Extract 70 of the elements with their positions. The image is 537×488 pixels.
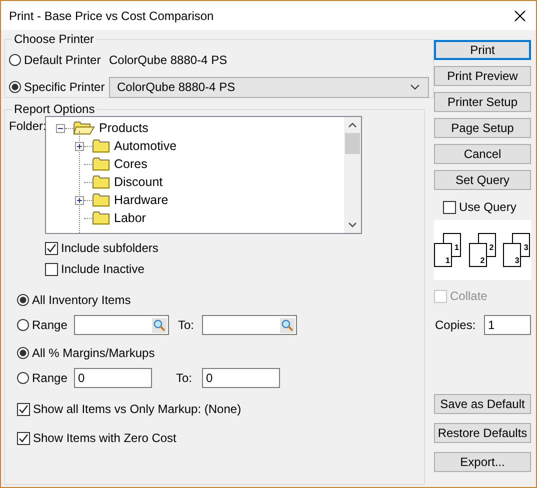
checkbox[interactable]: [17, 402, 30, 416]
action-button[interactable]: Print: [434, 40, 531, 60]
input-field[interactable]: 0: [74, 368, 152, 388]
checkbox[interactable]: [45, 262, 58, 276]
action-button[interactable]: Restore Defaults: [434, 423, 531, 443]
input-field[interactable]: 0: [202, 368, 280, 388]
action-button[interactable]: Save as Default: [434, 394, 531, 414]
scrollbar[interactable]: [344, 117, 361, 233]
tree-item[interactable]: Cores: [114, 157, 148, 171]
folder-icon: [92, 157, 110, 171]
radio-label[interactable]: All Inventory Items: [32, 293, 131, 307]
chevron-down-icon: [410, 84, 420, 90]
copies-field[interactable]: 1: [484, 315, 531, 335]
expand-icon[interactable]: [75, 196, 84, 204]
collapse-icon[interactable]: [56, 124, 65, 132]
field-label: Folder:: [9, 119, 45, 133]
folder-icon: [92, 139, 110, 153]
window-title: Print - Base Price vs Cost Comparison: [9, 8, 215, 22]
tree-item[interactable]: Hardware: [114, 193, 168, 207]
radio-button[interactable]: [17, 294, 29, 306]
expand-icon[interactable]: [75, 142, 84, 150]
collate-drawing: 1 1 2 2 3 3: [434, 220, 531, 280]
printer-name: ColorQube 8880-4 PS: [109, 53, 228, 67]
checkbox[interactable]: [45, 242, 58, 254]
field-label: To:: [178, 318, 194, 332]
lookup-field[interactable]: [202, 315, 298, 335]
field-label: Copies:: [435, 318, 476, 332]
radio-button[interactable]: [9, 81, 21, 93]
action-button[interactable]: Cancel: [434, 144, 531, 164]
checkbox[interactable]: [17, 432, 30, 444]
search-icon[interactable]: [152, 318, 167, 332]
radio-button[interactable]: [17, 372, 29, 384]
checkbox-label[interactable]: Show all Items vs Only Markup: (None): [33, 402, 242, 416]
action-button[interactable]: Set Query: [434, 170, 531, 190]
action-button[interactable]: Export...: [434, 452, 531, 472]
tree-item[interactable]: Discount: [114, 175, 163, 189]
checkbox-label[interactable]: Include subfolders: [61, 241, 158, 255]
radio-button[interactable]: [17, 319, 29, 331]
radio-label[interactable]: All % Margins/Markups: [32, 346, 155, 360]
checkbox-label[interactable]: Include Inactive: [61, 262, 144, 276]
radio-label[interactable]: Range: [32, 318, 68, 332]
radio-label[interactable]: Range: [32, 371, 68, 385]
tree-item[interactable]: Labor: [114, 211, 146, 225]
printer-dropdown[interactable]: ColorQube 8880-4 PS: [109, 76, 429, 98]
checkbox-label[interactable]: Show Items with Zero Cost: [33, 431, 176, 445]
radio-button[interactable]: [17, 347, 29, 359]
checkbox-label[interactable]: Use Query: [459, 200, 516, 214]
folder-tree[interactable]: Products Automotive Cores Discount Hardware Labor: [45, 116, 362, 234]
checkbox[interactable]: [443, 200, 456, 214]
folder-icon: [92, 193, 110, 207]
group-title: Choose Printer: [13, 32, 96, 46]
tree-item[interactable]: Products: [99, 121, 148, 135]
radio-label[interactable]: Specific Printer: [24, 80, 105, 94]
action-button[interactable]: Printer Setup: [434, 92, 531, 112]
action-button[interactable]: Print Preview: [434, 66, 531, 86]
tree-item[interactable]: Automotive: [114, 139, 177, 153]
scroll-up-icon[interactable]: [348, 122, 357, 128]
search-icon[interactable]: [280, 318, 296, 332]
close-icon[interactable]: [514, 10, 526, 22]
radio-label[interactable]: Default Printer: [24, 53, 101, 67]
folder-icon: [92, 211, 110, 225]
scroll-down-icon[interactable]: [348, 222, 357, 228]
folder-icon: [92, 175, 110, 189]
radio-button[interactable]: [9, 54, 21, 66]
lookup-field[interactable]: [74, 315, 169, 335]
scroll-thumb[interactable]: [345, 133, 360, 154]
folder-icon: [73, 121, 95, 135]
group-title: Report Options: [13, 102, 96, 116]
action-button[interactable]: Page Setup: [434, 118, 531, 138]
field-label: To:: [176, 371, 192, 385]
